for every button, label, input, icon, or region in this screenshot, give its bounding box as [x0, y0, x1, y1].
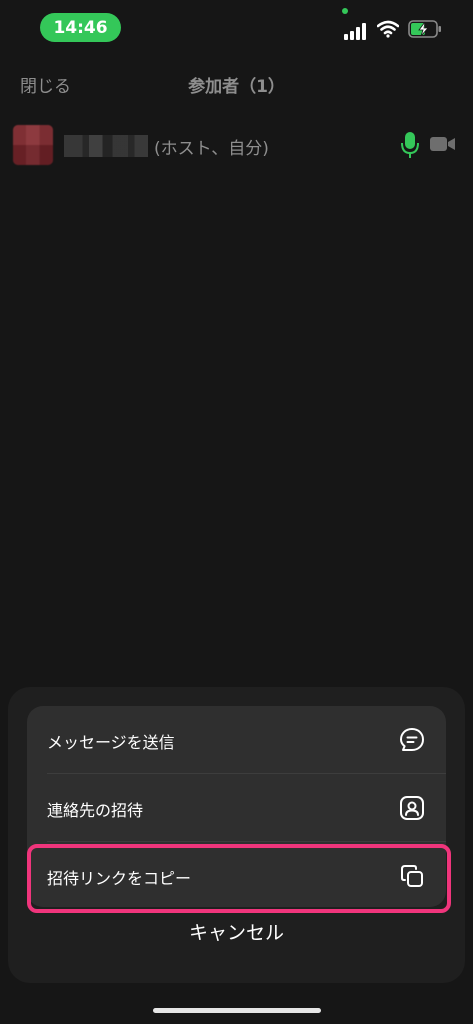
- action-sheet: メッセージを送信 連絡先の招待 招待リンクをコピー キャンセル: [8, 687, 465, 983]
- menu-item-label: 招待リンクをコピー: [47, 869, 192, 888]
- battery-charging-icon: [408, 20, 441, 38]
- participant-row[interactable]: (ホスト、自分): [0, 118, 473, 172]
- status-bar: 14:46: [0, 0, 473, 56]
- copy-invite-link-item[interactable]: 招待リンクをコピー: [27, 842, 446, 907]
- wifi-icon: [377, 20, 399, 38]
- page-title: 参加者（1）: [188, 77, 285, 97]
- cellular-signal-icon: [344, 23, 366, 40]
- menu-item-label: メッセージを送信: [47, 733, 175, 752]
- contact-icon: [400, 796, 424, 820]
- cancel-button[interactable]: キャンセル: [8, 918, 465, 945]
- header: 閉じる 参加者（1）: [0, 60, 473, 110]
- menu-item-label: 連絡先の招待: [47, 801, 144, 820]
- video-camera-icon: [430, 137, 455, 151]
- chat-bubble-icon: [400, 728, 424, 751]
- home-indicator[interactable]: [153, 1008, 321, 1013]
- action-menu: メッセージを送信 連絡先の招待 招待リンクをコピー: [27, 706, 446, 907]
- invite-contacts-item[interactable]: 連絡先の招待: [27, 774, 446, 841]
- avatar: [13, 125, 53, 165]
- participant-name-redacted: [64, 135, 148, 157]
- screen: 14:46 閉じる 参加者（1） (ホスト、自分) メッセージを送信 連絡先の招…: [0, 0, 473, 1024]
- copy-icon: [401, 865, 423, 887]
- mic-in-use-indicator-icon: [342, 8, 348, 14]
- send-message-item[interactable]: メッセージを送信: [27, 706, 446, 773]
- microphone-icon: [401, 132, 419, 158]
- status-time: 14:46: [40, 13, 121, 42]
- participant-role-label: (ホスト、自分): [154, 139, 269, 159]
